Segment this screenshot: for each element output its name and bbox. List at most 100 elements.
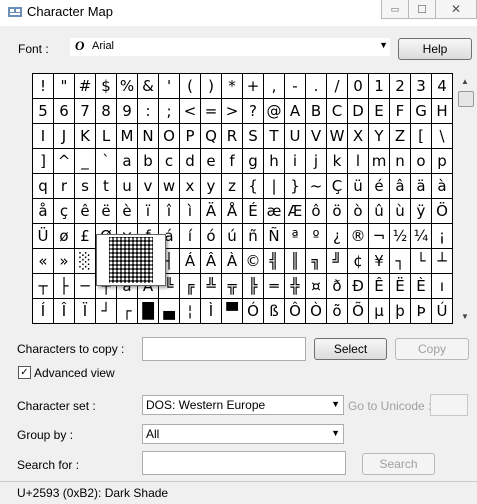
character-cell[interactable]: , [264, 74, 285, 99]
character-cell[interactable]: Þ [411, 299, 432, 324]
character-cell[interactable]: â [390, 174, 411, 199]
character-cell[interactable]: ê [75, 199, 96, 224]
character-cell[interactable]: 1 [369, 74, 390, 99]
character-cell[interactable]: J [54, 124, 75, 149]
character-cell[interactable]: ü [348, 174, 369, 199]
search-button[interactable]: Search [362, 453, 435, 475]
group-by-dropdown[interactable]: All ▼ [142, 424, 344, 444]
character-cell[interactable]: ^ [54, 149, 75, 174]
character-cell[interactable]: þ [390, 299, 411, 324]
character-cell[interactable]: ▀ [222, 299, 243, 324]
character-cell[interactable]: _ [75, 149, 96, 174]
character-cell[interactable]: ù [390, 199, 411, 224]
character-cell[interactable]: å [33, 199, 54, 224]
character-cell[interactable]: r [54, 174, 75, 199]
character-cell[interactable]: H [432, 99, 453, 124]
character-cell[interactable]: ╣ [264, 249, 285, 274]
character-cell[interactable]: M [117, 124, 138, 149]
character-cell[interactable]: ¤ [306, 274, 327, 299]
character-cell[interactable]: s [75, 174, 96, 199]
character-cell[interactable]: } [285, 174, 306, 199]
character-cell[interactable]: 2 [390, 74, 411, 99]
character-cell[interactable]: û [369, 199, 390, 224]
character-cell[interactable]: x [180, 174, 201, 199]
character-cell[interactable]: t [96, 174, 117, 199]
character-cell[interactable]: ~ [306, 174, 327, 199]
character-cell[interactable]: Ô [285, 299, 306, 324]
character-cell[interactable]: ╦ [222, 274, 243, 299]
character-cell[interactable]: 4 [432, 74, 453, 99]
character-cell[interactable]: [ [411, 124, 432, 149]
character-cell[interactable]: õ [327, 299, 348, 324]
character-cell[interactable]: f [222, 149, 243, 174]
character-cell[interactable]: 5 [33, 99, 54, 124]
character-cell[interactable]: y [201, 174, 222, 199]
character-cell[interactable]: Â [201, 249, 222, 274]
character-cell[interactable]: K [75, 124, 96, 149]
character-cell[interactable]: u [117, 174, 138, 199]
character-cell[interactable]: æ [264, 199, 285, 224]
character-cell[interactable]: É [243, 199, 264, 224]
character-cell[interactable]: < [180, 99, 201, 124]
character-cell[interactable]: ═ [264, 274, 285, 299]
character-cell[interactable]: & [138, 74, 159, 99]
character-cell[interactable]: Õ [348, 299, 369, 324]
character-cell[interactable]: ð [327, 274, 348, 299]
character-cell[interactable]: U [285, 124, 306, 149]
character-cell[interactable]: ö [327, 199, 348, 224]
character-set-dropdown[interactable]: DOS: Western Europe ▼ [142, 395, 344, 415]
character-cell[interactable]: Ç [327, 174, 348, 199]
character-cell[interactable]: é [369, 174, 390, 199]
character-cell[interactable]: ¬ [369, 224, 390, 249]
scroll-thumb[interactable] [458, 91, 474, 107]
character-cell[interactable]: Í [33, 299, 54, 324]
character-cell[interactable]: ┴ [432, 249, 453, 274]
character-cell[interactable]: * [222, 74, 243, 99]
character-cell[interactable]: c [159, 149, 180, 174]
character-cell[interactable]: à [432, 174, 453, 199]
character-cell[interactable]: ! [33, 74, 54, 99]
character-cell[interactable]: 7 [75, 99, 96, 124]
character-cell[interactable]: µ [369, 299, 390, 324]
character-cell[interactable]: º [306, 224, 327, 249]
character-cell[interactable]: ┘ [96, 299, 117, 324]
copy-button[interactable]: Copy [395, 338, 469, 360]
character-cell[interactable]: ║ [285, 249, 306, 274]
character-cell[interactable]: 9 [117, 99, 138, 124]
maximize-button[interactable]: ☐ [408, 0, 436, 19]
character-cell[interactable]: ß [264, 299, 285, 324]
character-cell[interactable]: 3 [411, 74, 432, 99]
character-cell[interactable]: I [33, 124, 54, 149]
character-cell[interactable]: © [243, 249, 264, 274]
scroll-down-arrow-icon[interactable]: ▼ [456, 308, 474, 324]
character-cell[interactable]: ╠ [243, 274, 264, 299]
character-cell[interactable]: ª [285, 224, 306, 249]
character-cell[interactable]: ® [348, 224, 369, 249]
character-cell[interactable]: Ü [33, 224, 54, 249]
character-cell[interactable]: » [54, 249, 75, 274]
character-cell[interactable]: ╔ [180, 274, 201, 299]
font-dropdown[interactable]: O Arial ▼ [70, 38, 390, 56]
character-cell[interactable]: Ò [306, 299, 327, 324]
character-cell[interactable]: j [306, 149, 327, 174]
scroll-up-arrow-icon[interactable]: ▲ [456, 73, 474, 89]
character-cell[interactable]: ─ [75, 274, 96, 299]
character-cell[interactable]: \ [432, 124, 453, 149]
character-cell[interactable]: ø [54, 224, 75, 249]
character-cell[interactable]: / [327, 74, 348, 99]
character-cell[interactable]: Ó [243, 299, 264, 324]
character-cell[interactable]: ░ [75, 249, 96, 274]
character-cell[interactable]: ¿ [327, 224, 348, 249]
close-button[interactable]: ✕ [435, 0, 477, 19]
character-cell[interactable]: z [222, 174, 243, 199]
character-cell[interactable]: ç [54, 199, 75, 224]
help-button[interactable]: Help [398, 38, 472, 60]
character-cell[interactable]: ÿ [411, 199, 432, 224]
character-cell[interactable]: ï [138, 199, 159, 224]
character-cell[interactable]: b [138, 149, 159, 174]
character-cell[interactable]: h [264, 149, 285, 174]
character-cell[interactable]: - [285, 74, 306, 99]
character-cell[interactable]: v [138, 174, 159, 199]
character-cell[interactable]: Ñ [264, 224, 285, 249]
character-cell[interactable]: ú [222, 224, 243, 249]
